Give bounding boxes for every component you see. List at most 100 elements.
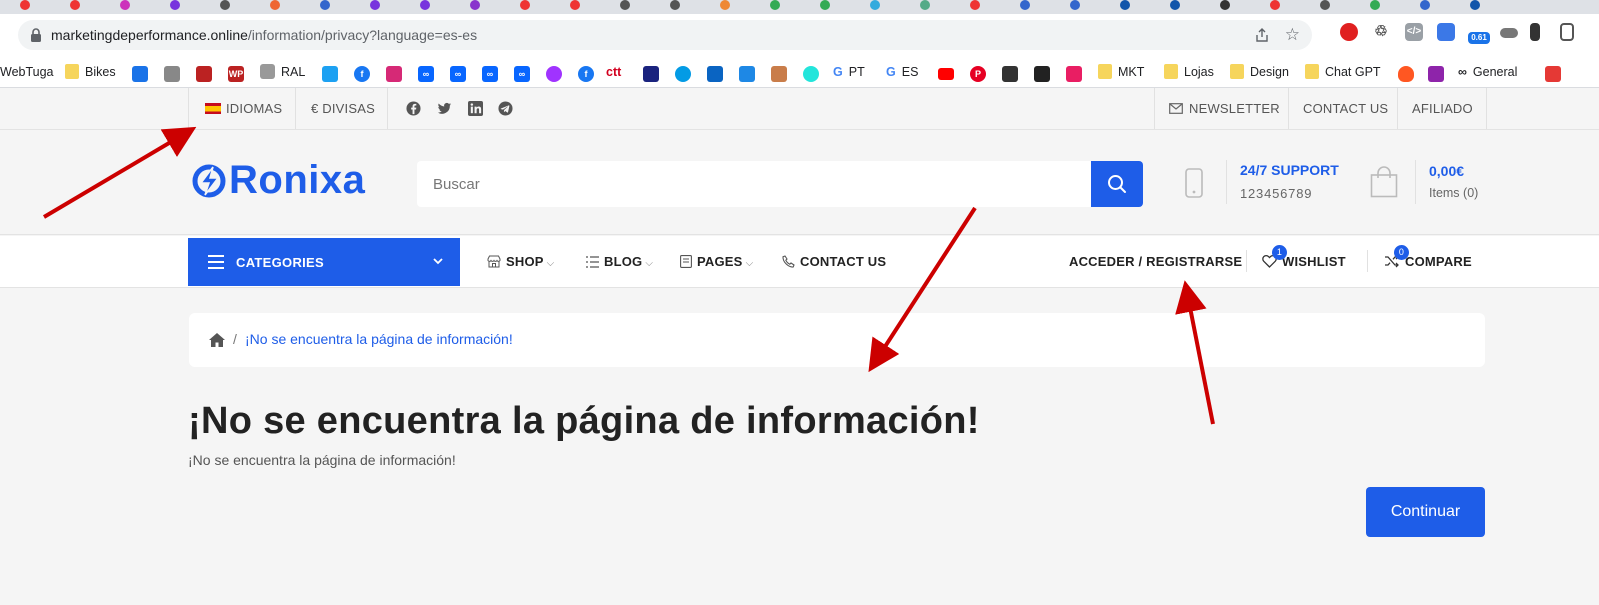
meta-icon[interactable]: ∞	[514, 66, 530, 82]
nav-blog[interactable]: BLOG ⌵	[586, 254, 653, 269]
browser-tab[interactable]	[1320, 0, 1356, 12]
outlook-icon[interactable]	[707, 66, 723, 82]
address-bar[interactable]: marketingdeperformance.online/informatio…	[18, 20, 1312, 50]
browser-tab[interactable]	[170, 0, 206, 12]
wishlist-link[interactable]: 1 WISHLIST	[1262, 245, 1346, 269]
browser-tab[interactable]	[520, 0, 556, 12]
browser-tab[interactable]	[920, 0, 956, 12]
browser-tab[interactable]	[1220, 0, 1256, 12]
browser-tab[interactable]	[420, 0, 456, 12]
tree-icon[interactable]	[1545, 66, 1561, 82]
bookmark-ral[interactable]: RAL	[260, 62, 305, 82]
categories-button[interactable]: CATEGORIES	[188, 238, 460, 286]
browser-tab[interactable]	[1470, 0, 1506, 12]
bookmark-bikes[interactable]: Bikes	[65, 62, 116, 82]
affiliate-link[interactable]: AFILIADO	[1412, 88, 1473, 129]
compare-link[interactable]: 0 COMPARE	[1384, 245, 1472, 269]
facebook-icon[interactable]: f	[354, 66, 370, 82]
box-icon[interactable]	[771, 66, 787, 82]
browser-tab[interactable]	[870, 0, 906, 12]
bookmark-general[interactable]: ∞ General	[1458, 62, 1517, 82]
instagram-icon[interactable]	[386, 66, 402, 82]
search-input[interactable]	[417, 161, 1093, 207]
download-icon[interactable]	[1428, 66, 1444, 82]
bookmark-icon[interactable]	[1066, 66, 1082, 82]
facebook-icon[interactable]	[406, 101, 421, 116]
bookmark-star-icon[interactable]: ☆	[1285, 25, 1300, 45]
cart-bookmark-icon[interactable]	[322, 66, 338, 82]
browser-tab[interactable]	[770, 0, 806, 12]
browser-tab[interactable]	[20, 0, 56, 12]
browser-tab[interactable]	[1120, 0, 1156, 12]
wp-icon[interactable]: WP	[228, 66, 244, 82]
meta-icon[interactable]: ∞	[482, 66, 498, 82]
currency-selector[interactable]: € DIVISAS	[311, 88, 375, 129]
browser-tab[interactable]	[1070, 0, 1106, 12]
flame-icon[interactable]	[1398, 66, 1414, 82]
bookmark-lojas[interactable]: Lojas	[1164, 62, 1214, 82]
panda-icon[interactable]	[1034, 66, 1050, 82]
bookmark-google-es[interactable]: G ES	[886, 62, 918, 82]
browser-tab[interactable]	[370, 0, 406, 12]
browser-tab[interactable]	[820, 0, 856, 12]
browser-tab[interactable]	[470, 0, 506, 12]
youtube-icon[interactable]	[938, 68, 954, 80]
olx-icon[interactable]	[803, 66, 819, 82]
browser-tab[interactable]	[120, 0, 156, 12]
bird-icon[interactable]	[739, 66, 755, 82]
code-extension-icon[interactable]: </>	[1405, 23, 1423, 41]
bookmark-icon[interactable]	[1002, 66, 1018, 82]
meta-icon[interactable]: ∞	[418, 66, 434, 82]
twitter-icon[interactable]	[437, 101, 452, 116]
bookmark-google-pt[interactable]: G PT	[833, 62, 865, 82]
messenger-icon[interactable]	[546, 66, 562, 82]
breadcrumb-current[interactable]: ¡No se encuentra la página de informació…	[245, 331, 513, 347]
browser-tab[interactable]	[270, 0, 306, 12]
telegram-icon[interactable]	[498, 101, 513, 116]
bookmark-ctt[interactable]: ctt	[606, 62, 621, 82]
bookmark-icon[interactable]	[196, 66, 212, 82]
browser-tab[interactable]	[320, 0, 356, 12]
language-selector[interactable]: IDIOMAS	[205, 88, 282, 129]
browser-tab[interactable]	[1420, 0, 1456, 12]
search-button[interactable]	[1091, 161, 1143, 207]
browser-tab[interactable]	[70, 0, 106, 12]
extension-badge[interactable]: 0.61	[1468, 32, 1490, 44]
bookmark-design[interactable]: Design	[1230, 62, 1289, 82]
continue-button[interactable]: Continuar	[1366, 487, 1485, 537]
contact-us-link[interactable]: CONTACT US	[1303, 88, 1388, 129]
power-icon[interactable]	[675, 66, 691, 82]
login-register-link[interactable]: ACCEDER / REGISTRARSE	[1069, 254, 1242, 269]
adblock-extension-icon[interactable]	[1340, 23, 1358, 41]
battery-extension-icon[interactable]	[1530, 23, 1540, 41]
nav-contact[interactable]: CONTACT US	[782, 254, 886, 269]
bookmark-mkt[interactable]: MKT	[1098, 62, 1144, 82]
browser-tab[interactable]	[970, 0, 1006, 12]
bookmark-chatgpt[interactable]: Chat GPT	[1305, 62, 1381, 82]
bookmark-icon[interactable]	[164, 66, 180, 82]
browser-tab[interactable]	[720, 0, 756, 12]
home-icon[interactable]	[209, 333, 225, 347]
nav-pages[interactable]: PAGES ⌵	[680, 254, 753, 269]
browser-tab[interactable]	[1370, 0, 1406, 12]
nav-shop[interactable]: SHOP ⌵	[487, 254, 554, 269]
vr-extension-icon[interactable]	[1500, 28, 1518, 38]
browser-tab[interactable]	[570, 0, 606, 12]
sidepanel-icon[interactable]	[1560, 23, 1574, 41]
browser-tab[interactable]	[220, 0, 256, 12]
meta-icon[interactable]: ∞	[450, 66, 466, 82]
browser-tab[interactable]	[670, 0, 706, 12]
share-icon[interactable]	[1254, 27, 1270, 43]
recycle-extension-icon[interactable]: ♲	[1372, 23, 1390, 41]
browser-tab[interactable]	[1270, 0, 1306, 12]
bookmark-webtuga[interactable]: WebTuga	[0, 62, 54, 82]
linkedin-icon[interactable]	[468, 101, 483, 116]
tinyurl-icon[interactable]	[643, 66, 659, 82]
browser-tab[interactable]	[620, 0, 656, 12]
bookmark-icon[interactable]	[132, 66, 148, 82]
newsletter-link[interactable]: NEWSLETTER	[1169, 88, 1280, 129]
browser-tab[interactable]	[1020, 0, 1056, 12]
translate-extension-icon[interactable]	[1437, 23, 1455, 41]
pinterest-icon[interactable]: P	[970, 66, 986, 82]
facebook-icon[interactable]: f	[578, 66, 594, 82]
